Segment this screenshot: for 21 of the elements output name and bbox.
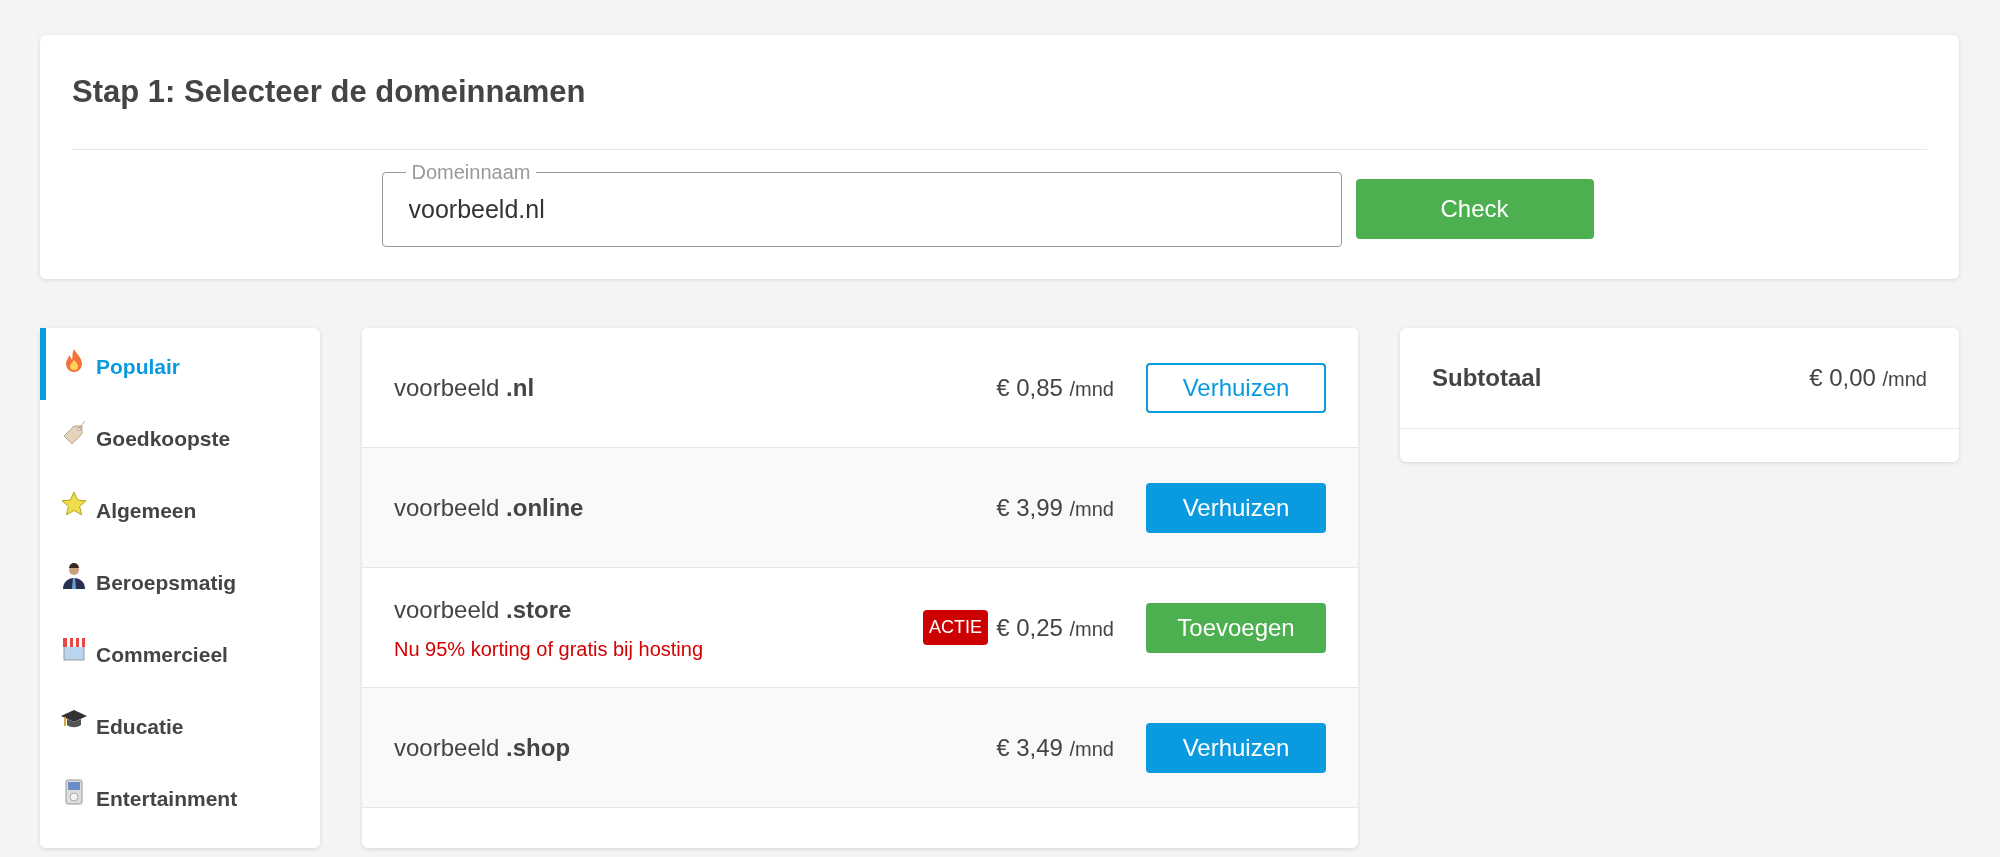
category-link[interactable]: Educatie [96, 711, 184, 743]
price: € 3,49 /mnd [996, 732, 1114, 763]
star-icon [60, 490, 88, 518]
subtotal-label: Subtotaal [1432, 363, 1542, 393]
domain-name: voorbeeld .online [394, 492, 585, 523]
category-link[interactable]: Commercieel [96, 639, 228, 671]
domain-name: voorbeeld .shop [394, 732, 572, 763]
promo-text: Nu 95% korting of gratis bij hosting [394, 636, 705, 662]
domain-name: voorbeeld .store [394, 594, 573, 625]
price: € 0,25 /mnd [996, 612, 1114, 643]
category-link[interactable]: Entertainment [96, 783, 238, 815]
domain-name: voorbeeld .nl [394, 372, 536, 403]
sale-badge: ACTIE [923, 610, 989, 645]
subtotal-price: € 0,00 /mnd [1809, 363, 1927, 393]
person-icon [60, 562, 88, 590]
category-link[interactable]: Goedkoopste [96, 423, 231, 455]
price: € 3,99 /mnd [996, 492, 1114, 523]
category-link[interactable]: Beroepsmatig [96, 567, 237, 599]
price: € 0,85 /mnd [996, 372, 1114, 403]
step-title: Stap 1: Selecteer de domeinnamen [72, 72, 586, 111]
category-link[interactable]: Algemeen [96, 495, 197, 527]
